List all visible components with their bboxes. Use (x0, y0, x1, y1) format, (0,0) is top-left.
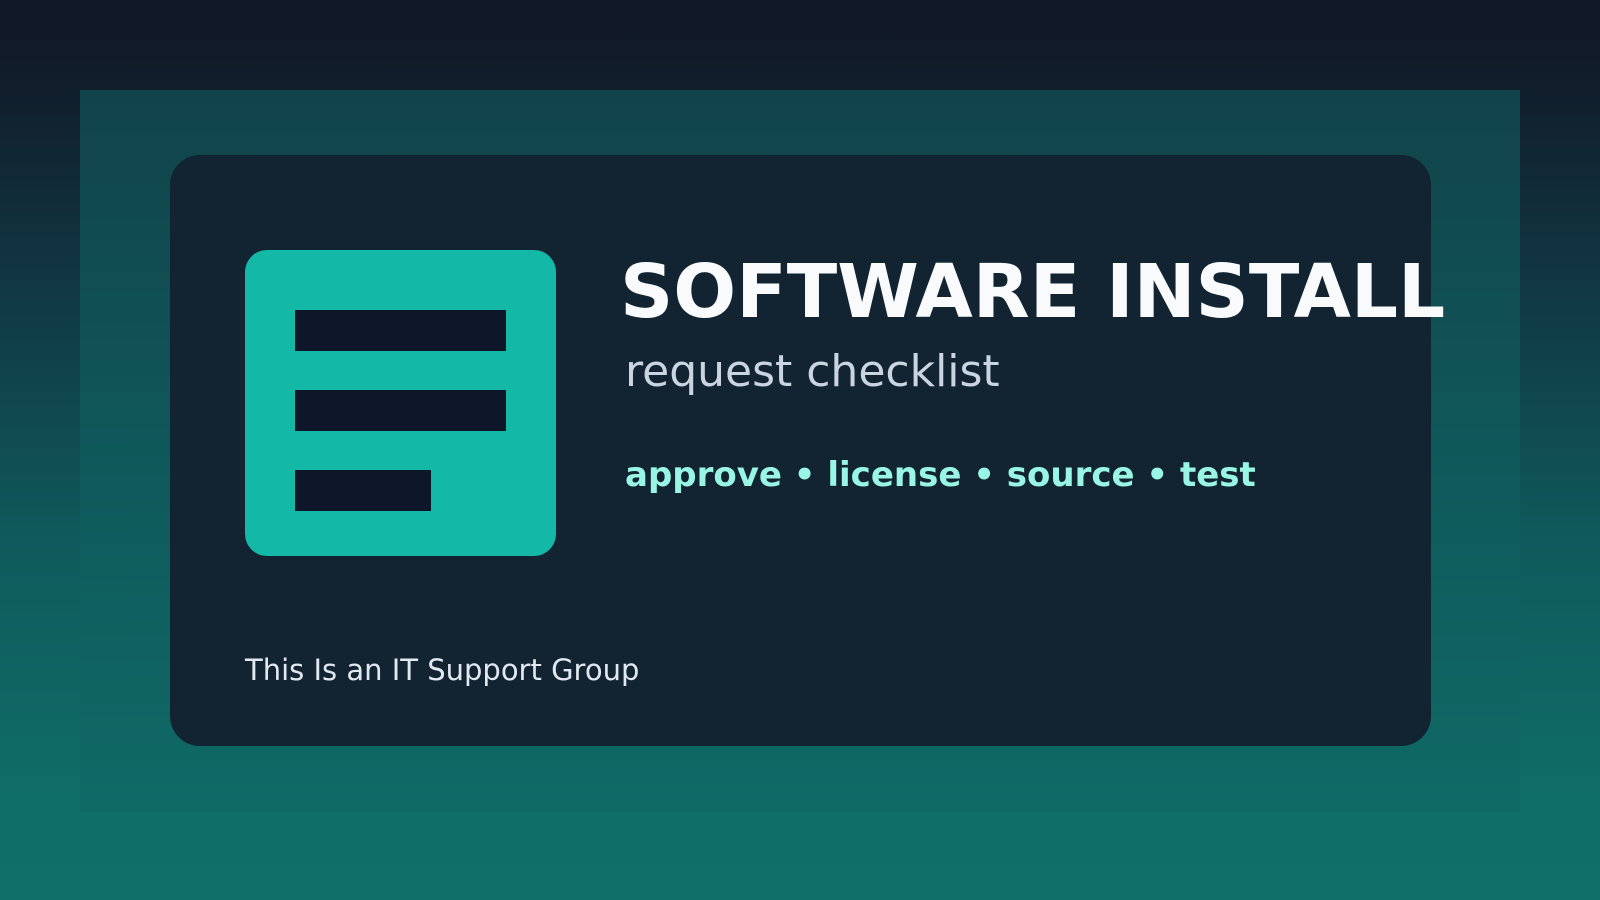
document-line (295, 390, 506, 431)
document-line (295, 470, 431, 511)
page-subtitle: request checklist (625, 346, 1000, 397)
footer-caption: This Is an IT Support Group (245, 653, 640, 687)
document-line (295, 310, 506, 351)
page-title: SOFTWARE INSTALL (620, 249, 1446, 335)
checklist-steps: approve • license • source • test (625, 455, 1256, 495)
document-lines-icon (245, 250, 556, 556)
